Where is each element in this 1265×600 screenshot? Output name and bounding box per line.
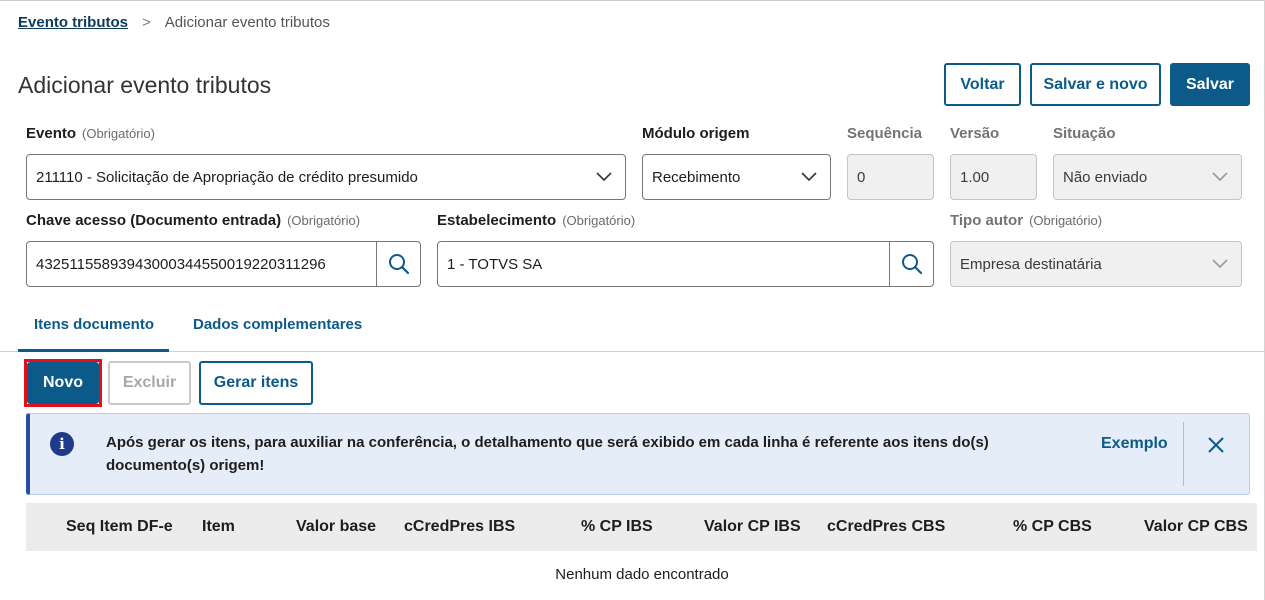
- evento-select[interactable]: 211110 - Solicitação de Apropriação de c…: [26, 154, 626, 200]
- close-icon[interactable]: [1205, 434, 1227, 456]
- tipo-autor-value: Empresa destinatária: [960, 255, 1102, 273]
- save-button[interactable]: Salvar: [1170, 63, 1250, 106]
- info-icon: i: [50, 432, 74, 456]
- example-link[interactable]: Exemplo: [1101, 435, 1168, 453]
- estabelecimento-label: Estabelecimento (Obrigatório): [437, 212, 635, 229]
- active-tab-indicator: [18, 349, 169, 352]
- delete-button[interactable]: Excluir: [108, 361, 191, 405]
- modulo-select[interactable]: Recebimento: [642, 154, 831, 200]
- column-header-item[interactable]: Item: [202, 518, 235, 536]
- chave-acesso-lookup[interactable]: 43251155893943000344550019220311296: [26, 241, 421, 287]
- breadcrumb-current: Adicionar evento tributos: [164, 14, 330, 31]
- column-header-cp-cbs[interactable]: % CP CBS: [1013, 518, 1092, 536]
- sequencia-field: 0: [847, 154, 934, 200]
- breadcrumb: Evento tributos > Adicionar evento tribu…: [18, 14, 330, 31]
- estabelecimento-search-button[interactable]: [889, 242, 933, 286]
- chevron-down-icon: [801, 172, 817, 182]
- chevron-down-icon: [596, 172, 612, 182]
- situacao-value: Não enviado: [1063, 168, 1148, 186]
- column-header-seq-item[interactable]: Seq Item DF-e: [66, 518, 173, 536]
- tipo-autor-label-text: Tipo autor: [950, 212, 1024, 229]
- tipo-autor-required-hint: (Obrigatório): [1029, 213, 1103, 228]
- chave-acesso-value: 43251155893943000344550019220311296: [36, 255, 326, 273]
- versao-label: Versão: [950, 125, 1000, 142]
- column-header-ccredpres-cbs[interactable]: cCredPres CBS: [827, 518, 945, 536]
- evento-value: 211110 - Solicitação de Apropriação de c…: [36, 168, 418, 186]
- versao-value: 1.00: [960, 168, 990, 186]
- tipo-autor-label: Tipo autor (Obrigatório): [950, 212, 1102, 229]
- generate-items-button[interactable]: Gerar itens: [199, 361, 313, 405]
- situacao-label: Situação: [1053, 125, 1116, 142]
- search-icon: [388, 254, 409, 275]
- column-header-valor-cp-ibs[interactable]: Valor CP IBS: [704, 518, 801, 536]
- info-alert: i Após gerar os itens, para auxiliar na …: [26, 413, 1250, 495]
- chave-required-hint: (Obrigatório): [287, 213, 361, 228]
- column-header-valor-base[interactable]: Valor base: [296, 518, 376, 536]
- sequencia-value: 0: [857, 168, 866, 186]
- chave-label-text: Chave acesso (Documento entrada): [26, 212, 282, 229]
- column-header-ccredpres-ibs[interactable]: cCredPres IBS: [404, 518, 515, 536]
- chave-label: Chave acesso (Documento entrada) (Obrigat…: [26, 212, 360, 229]
- highlight-box: [24, 359, 102, 407]
- table-header: Seq Item DF-e Item Valor base cCredPres …: [26, 503, 1257, 551]
- alert-separator: [1183, 422, 1184, 486]
- breadcrumb-link-evento-tributos[interactable]: Evento tributos: [18, 14, 128, 31]
- tipo-autor-select: Empresa destinatária: [950, 241, 1242, 287]
- tab-dados-complementares[interactable]: Dados complementares: [193, 316, 362, 333]
- evento-required-hint: (Obrigatório): [82, 126, 155, 141]
- column-header-cp-ibs[interactable]: % CP IBS: [581, 518, 653, 536]
- estabelecimento-label-text: Estabelecimento: [437, 212, 557, 229]
- estabelecimento-lookup[interactable]: 1 - TOTVS SA: [437, 241, 934, 287]
- save-and-new-button[interactable]: Salvar e novo: [1030, 63, 1161, 106]
- search-icon: [901, 254, 922, 275]
- modulo-value: Recebimento: [652, 168, 741, 186]
- chevron-down-icon: [1212, 172, 1228, 182]
- page-title: Adicionar evento tributos: [18, 72, 272, 98]
- column-header-valor-cp-cbs[interactable]: Valor CP CBS: [1144, 518, 1248, 536]
- chave-search-button[interactable]: [376, 242, 420, 286]
- top-border: [0, 0, 1265, 1]
- situacao-select: Não enviado: [1053, 154, 1242, 200]
- estabelecimento-required-hint: (Obrigatório): [562, 213, 636, 228]
- back-button[interactable]: Voltar: [944, 63, 1021, 106]
- evento-label: Evento (Obrigatório): [26, 125, 155, 142]
- empty-table-message: Nenhum dado encontrado: [555, 566, 729, 583]
- modulo-label: Módulo origem: [642, 125, 750, 142]
- tab-divider: [0, 351, 1265, 352]
- estabelecimento-value: 1 - TOTVS SA: [447, 255, 543, 273]
- breadcrumb-separator: >: [142, 14, 151, 31]
- sequencia-label: Sequência: [847, 125, 923, 142]
- chevron-down-icon: [1212, 259, 1228, 269]
- tab-itens-documento[interactable]: Itens documento: [34, 316, 154, 333]
- alert-message: Após gerar os itens, para auxiliar na co…: [106, 434, 989, 474]
- evento-label-text: Evento: [26, 125, 77, 142]
- versao-field: 1.00: [950, 154, 1037, 200]
